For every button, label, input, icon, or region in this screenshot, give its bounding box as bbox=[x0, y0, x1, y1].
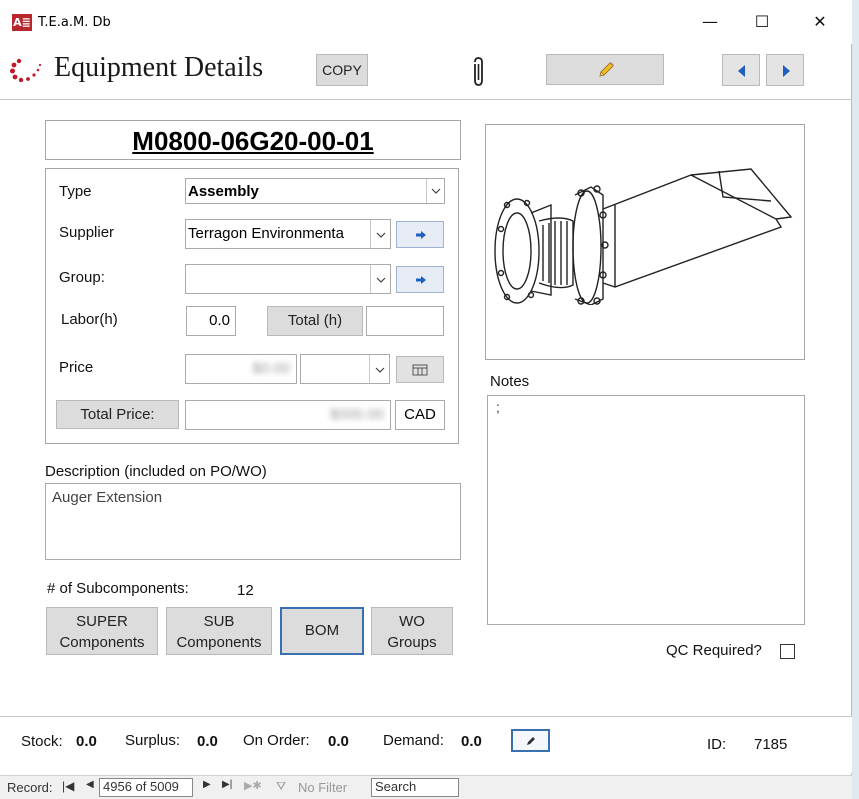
currency-code: CAD bbox=[395, 400, 445, 430]
filter-icon[interactable]: ⛛ bbox=[276, 779, 286, 794]
price-value: $0.00 bbox=[252, 360, 290, 377]
supplier-value: Terragon Environmenta bbox=[188, 225, 344, 242]
right-arrow-icon bbox=[416, 276, 426, 284]
close-button[interactable]: ✕ bbox=[798, 4, 842, 40]
type-value: Assembly bbox=[188, 183, 259, 200]
id-value: 7185 bbox=[754, 736, 788, 753]
supplier-combo[interactable]: Terragon Environmenta bbox=[185, 219, 391, 249]
record-label: Record: bbox=[7, 780, 53, 795]
total-price-value: $000.00 bbox=[329, 406, 384, 423]
pencil-icon bbox=[599, 62, 614, 77]
price-input[interactable]: $0.00 bbox=[185, 354, 297, 384]
description-label: Description (included on PO/WO) bbox=[45, 463, 267, 480]
surplus-value: 0.0 bbox=[197, 733, 218, 750]
part-number: M0800-06G20-00-01 bbox=[45, 120, 461, 160]
calculator-button[interactable] bbox=[396, 356, 444, 383]
total-hours-value bbox=[366, 306, 444, 336]
total-price-button[interactable]: Total Price: bbox=[56, 400, 179, 429]
access-app-icon: A≣ bbox=[12, 14, 32, 31]
sub-components-line2: Components bbox=[176, 634, 262, 651]
supplier-label: Supplier bbox=[59, 224, 115, 241]
next-record-icon[interactable]: ▶ bbox=[203, 779, 211, 790]
paperclip-icon[interactable] bbox=[469, 56, 487, 88]
super-components-button[interactable]: SUPER Components bbox=[46, 607, 158, 655]
super-components-line1: SUPER bbox=[76, 613, 128, 630]
search-input[interactable]: Search bbox=[371, 778, 459, 797]
sub-components-line1: SUB bbox=[203, 613, 235, 630]
currency-combo[interactable] bbox=[300, 354, 390, 384]
next-arrow-icon bbox=[783, 65, 790, 77]
prev-record-icon[interactable]: ◀ bbox=[86, 779, 94, 790]
super-components-line2: Components bbox=[59, 634, 145, 651]
equipment-image bbox=[485, 124, 805, 360]
sub-components-button[interactable]: SUB Components bbox=[166, 607, 272, 655]
qc-required-label: QC Required? bbox=[666, 642, 762, 659]
prev-arrow-icon bbox=[738, 65, 745, 77]
notes-textarea[interactable]: ; bbox=[487, 395, 805, 625]
no-filter-label[interactable]: No Filter bbox=[298, 780, 347, 795]
loading-dots-logo-icon bbox=[10, 58, 42, 83]
window-title: T.E.a.M. Db bbox=[38, 15, 111, 30]
surplus-label: Surplus: bbox=[125, 732, 181, 749]
chevron-down-icon[interactable] bbox=[370, 220, 390, 248]
chevron-down-icon[interactable] bbox=[426, 179, 444, 203]
new-record-icon[interactable]: ▶✱ bbox=[244, 779, 262, 792]
table-icon bbox=[412, 364, 428, 376]
description-textarea[interactable]: Auger Extension bbox=[45, 483, 461, 560]
minimize-button[interactable]: — bbox=[688, 4, 732, 40]
price-label: Price bbox=[59, 359, 94, 376]
stock-footer: Stock: 0.0 Surplus: 0.0 On Order: 0.0 De… bbox=[0, 716, 852, 773]
chevron-down-icon[interactable] bbox=[370, 265, 390, 293]
page-title: Equipment Details bbox=[54, 52, 264, 83]
qc-required-checkbox[interactable] bbox=[780, 644, 795, 659]
on-order-value: 0.0 bbox=[328, 733, 349, 750]
total-hours-button[interactable]: Total (h) bbox=[267, 306, 363, 336]
title-bar: A≣ T.E.a.M. Db — ☐ ✕ bbox=[0, 0, 852, 44]
wo-groups-button[interactable]: WO Groups bbox=[371, 607, 453, 655]
last-record-icon[interactable]: ▶| bbox=[222, 779, 232, 790]
group-label: Group: bbox=[59, 269, 105, 286]
stock-label: Stock: bbox=[21, 733, 63, 750]
labor-label: Labor(h) bbox=[61, 311, 118, 328]
id-label: ID: bbox=[707, 736, 727, 753]
application-window: A≣ T.E.a.M. Db — ☐ ✕ Equipment Details C… bbox=[0, 0, 852, 799]
chevron-down-icon[interactable] bbox=[369, 355, 389, 383]
on-order-label: On Order: bbox=[243, 732, 310, 749]
wo-groups-line2: Groups bbox=[387, 634, 437, 651]
subcomponents-label: # of Subcomponents: bbox=[47, 580, 189, 597]
maximize-button[interactable]: ☐ bbox=[740, 4, 784, 40]
type-combo[interactable]: Assembly bbox=[185, 178, 445, 204]
demand-value: 0.0 bbox=[461, 733, 482, 750]
right-arrow-icon bbox=[416, 231, 426, 239]
previous-record-button[interactable] bbox=[722, 54, 760, 86]
pencil-icon bbox=[527, 737, 535, 745]
copy-button[interactable]: COPY bbox=[316, 54, 368, 86]
group-combo[interactable] bbox=[185, 264, 391, 294]
wo-groups-line1: WO bbox=[399, 613, 425, 630]
record-position-input[interactable]: 4956 of 5009 bbox=[99, 778, 193, 797]
total-price-field: $000.00 bbox=[185, 400, 391, 430]
next-record-button[interactable] bbox=[766, 54, 804, 86]
edit-demand-button[interactable] bbox=[511, 729, 550, 752]
open-supplier-button[interactable] bbox=[396, 221, 444, 248]
type-label: Type bbox=[59, 183, 92, 200]
first-record-icon[interactable]: |◀ bbox=[62, 779, 74, 793]
auger-extension-drawing bbox=[494, 168, 793, 305]
stock-value: 0.0 bbox=[76, 733, 97, 750]
edit-button[interactable] bbox=[546, 54, 664, 85]
labor-input[interactable]: 0.0 bbox=[186, 306, 236, 336]
open-group-button[interactable] bbox=[396, 266, 444, 293]
record-navigation-bar: Record: |◀ ◀ 4956 of 5009 ▶ ▶| ▶✱ ⛛ No F… bbox=[0, 775, 852, 799]
demand-label: Demand: bbox=[383, 732, 444, 749]
subcomponents-count: 12 bbox=[237, 582, 254, 599]
notes-label: Notes bbox=[490, 373, 530, 390]
bom-button[interactable]: BOM bbox=[280, 607, 364, 655]
